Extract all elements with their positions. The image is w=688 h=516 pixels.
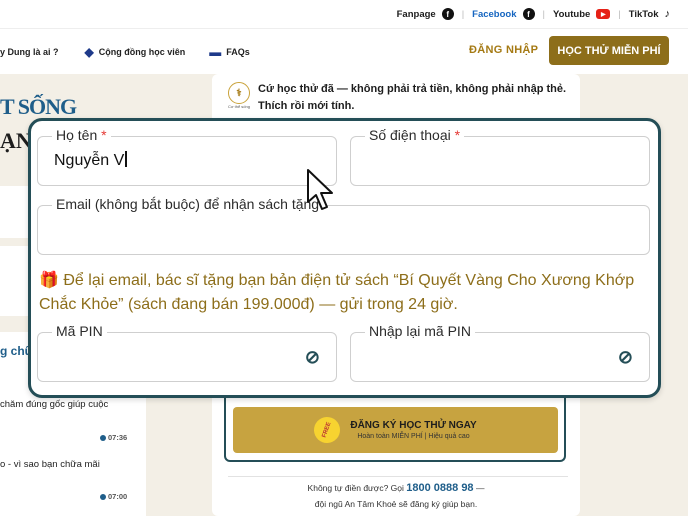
brand-logo-text: Cơ thể sống: [228, 104, 250, 109]
tiktok-icon[interactable]: ♪: [665, 8, 671, 20]
fanpage-label: Fanpage: [396, 8, 436, 20]
gift-offer-text: 🎁 Để lại email, bác sĩ tặng bạn bản điện…: [39, 272, 635, 313]
nav-item-community-label: Cộng đồng học viên: [98, 46, 186, 57]
mouse-pointer-icon: [307, 169, 333, 210]
list-item-time: 07:36: [100, 433, 127, 442]
phone-label: Số điện thoại: [369, 127, 451, 143]
chat-icon: ▬: [209, 44, 222, 59]
email-label: Email (không bắt buộc) để nhận sách tặng: [52, 196, 324, 212]
clock-icon: [100, 493, 106, 500]
nav-item-faqs[interactable]: ▬ FAQs: [209, 45, 250, 59]
pin-field[interactable]: Mã PIN ⊘: [37, 323, 337, 382]
eye-slash-icon[interactable]: ⊘: [305, 347, 320, 368]
free-trial-button[interactable]: HỌC THỬ MIỄN PHÍ: [549, 36, 669, 65]
hero-title-fragment: T SỐNG: [0, 94, 77, 119]
facebook-icon[interactable]: f: [522, 8, 535, 20]
pin-confirm-field[interactable]: Nhập lại mã PIN ⊘: [350, 323, 650, 382]
zoomed-form-overlay: Họ tên * Nguyễn V Số điện thoại * Email …: [28, 118, 661, 398]
nav-item-community[interactable]: ◆ Cộng đồng học viên: [85, 45, 186, 59]
facebook-link[interactable]: Facebook: [472, 9, 516, 20]
eye-slash-icon[interactable]: ⊘: [618, 347, 633, 368]
login-link[interactable]: ĐĂNG NHẬP: [469, 44, 538, 56]
phone-field[interactable]: Số điện thoại *: [350, 127, 650, 186]
main-nav: y Dung là ai ? ◆ Cộng đồng học viên ▬ FA…: [0, 28, 688, 74]
nav-item-about-label: y Dung là ai ?: [0, 46, 59, 57]
tiktok-link[interactable]: TikTok: [629, 9, 659, 20]
list-item[interactable]: chăm đúng gốc giúp cuộc: [0, 398, 140, 411]
list-item-time: 07:00: [100, 492, 127, 501]
name-value: Nguyễn V: [54, 152, 125, 169]
name-label: Họ tên: [56, 127, 98, 143]
nav-item-about[interactable]: y Dung là ai ?: [0, 47, 59, 57]
register-trial-button[interactable]: FREE ĐĂNG KÝ HỌC THỬ NGAY Hoàn toàn MIỄN…: [233, 407, 558, 453]
pin-confirm-label: Nhập lại mã PIN: [365, 323, 475, 339]
register-subtitle: Hoàn toàn MIỄN PHÍ | Hiệu quả cao: [357, 433, 470, 440]
community-icon: ◆: [84, 44, 94, 59]
help-text: Không tự điền được? Gọi 1800 0888 98 — đ…: [307, 482, 485, 509]
name-field[interactable]: Họ tên * Nguyễn V: [37, 127, 337, 186]
hotline-link[interactable]: 1800 0888 98: [406, 482, 473, 494]
pin-label: Mã PIN: [52, 323, 107, 339]
register-title: ĐĂNG KÝ HỌC THỬ NGAY: [350, 420, 477, 431]
top-social-bar: Fanpage f | Facebook f | Youtube ▶ | Tik…: [0, 0, 688, 28]
free-badge-icon: FREE: [310, 413, 345, 447]
email-field[interactable]: Email (không bắt buộc) để nhận sách tặng: [37, 196, 650, 255]
hero-title-fragment-2: ẠN: [0, 128, 32, 153]
list-item[interactable]: o - vì sao bạn chữa mãi: [0, 458, 140, 471]
youtube-link[interactable]: Youtube: [553, 9, 590, 20]
signup-intro: Cứ học thử đã — không phải trả tiền, khô…: [258, 83, 567, 112]
brand-logo-icon: ⚕: [228, 82, 250, 104]
youtube-icon[interactable]: ▶: [596, 9, 611, 19]
gift-icon: 🎁: [39, 272, 59, 289]
facebook-icon[interactable]: f: [441, 8, 454, 20]
text-caret: [125, 151, 127, 167]
nav-item-faqs-label: FAQs: [226, 46, 250, 57]
divider: [228, 476, 568, 477]
clock-icon: [100, 434, 106, 441]
